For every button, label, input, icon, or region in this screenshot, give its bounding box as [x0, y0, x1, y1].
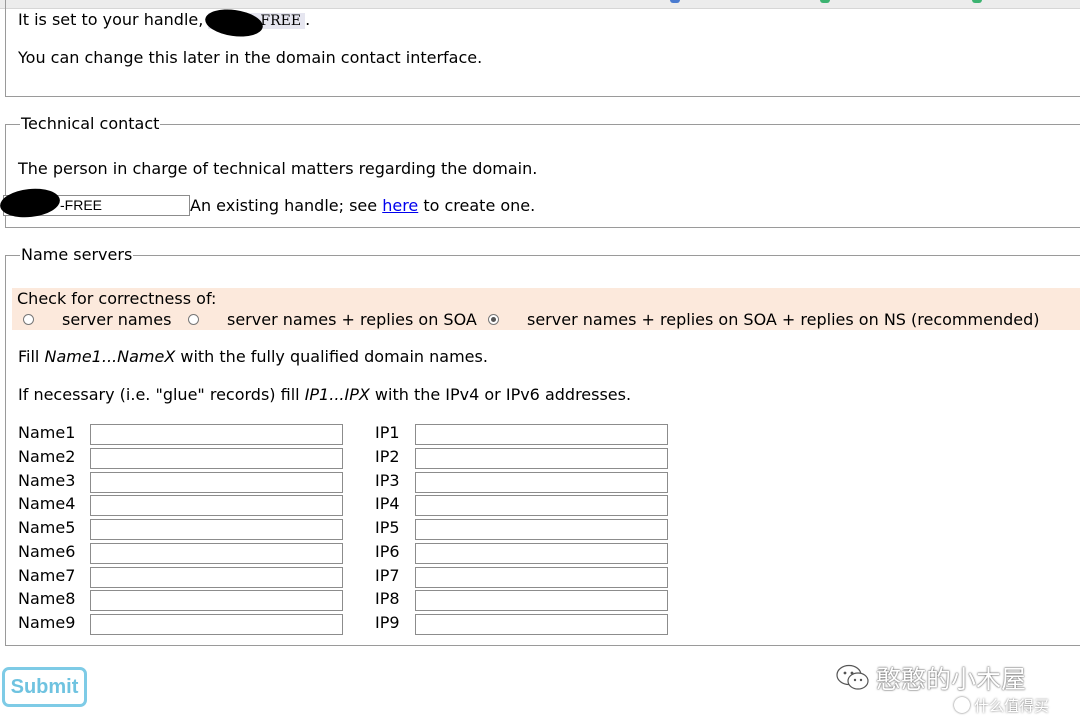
fill-ips-instruction: If necessary (i.e. "glue" records) fill …: [18, 385, 632, 404]
name-input[interactable]: [90, 543, 343, 564]
technical-contact-description: The person in charge of technical matter…: [18, 159, 538, 178]
ip-input[interactable]: [415, 519, 668, 540]
name-input[interactable]: [90, 614, 343, 635]
owner-contact-fieldset: It is set to your handle, FREE. You can …: [5, 0, 1080, 97]
technical-handle-value: -FREE: [60, 197, 102, 213]
name-input[interactable]: [90, 495, 343, 516]
wechat-icon: [836, 664, 869, 690]
names-range: Name1...NameX: [44, 347, 176, 366]
handle-prefix: It is set to your handle,: [18, 10, 209, 29]
watermark: 憨憨的小木屋: [836, 660, 1026, 696]
name-input[interactable]: [90, 519, 343, 540]
name-input[interactable]: [90, 472, 343, 493]
name-label: Name7: [18, 566, 76, 585]
ip-label: IP6: [375, 542, 400, 561]
ip-label: IP4: [375, 494, 400, 513]
smzdm-icon: [954, 697, 970, 713]
radio-label-server-names: server names: [62, 310, 172, 329]
correctness-check-panel: Check for correctness of: server names s…: [12, 288, 1080, 330]
name-input[interactable]: [90, 424, 343, 445]
ip-input[interactable]: [415, 448, 668, 469]
ip-label: IP7: [375, 566, 400, 585]
name-label: Name2: [18, 447, 76, 466]
ip-input[interactable]: [415, 424, 668, 445]
name-input[interactable]: [90, 567, 343, 588]
helper-suffix: to create one.: [418, 196, 536, 215]
owner-note: You can change this later in the domain …: [18, 48, 483, 67]
ip-label: IP1: [375, 423, 400, 442]
radio-label-soa-ns: server names + replies on SOA + replies …: [527, 310, 1040, 329]
technical-contact-fieldset: Technical contact The person in charge o…: [0, 115, 1080, 228]
name-label: Name4: [18, 494, 76, 513]
watermark-sub: 什么值得买: [954, 694, 1049, 716]
watermark-sub-text: 什么值得买: [974, 696, 1050, 715]
name-label: Name9: [18, 613, 76, 632]
handle-value: FREE: [260, 13, 302, 29]
technical-contact-legend: Technical contact: [20, 114, 161, 133]
radio-server-names[interactable]: [23, 314, 34, 325]
name-label: Name3: [18, 471, 76, 490]
radio-soa[interactable]: [188, 314, 199, 325]
handle-line: It is set to your handle, FREE.: [18, 10, 310, 31]
radio-label-soa: server names + replies on SOA: [227, 310, 477, 329]
name-input[interactable]: [90, 590, 343, 611]
handle-suffix: .: [305, 10, 311, 29]
ip-input[interactable]: [415, 543, 668, 564]
helper-prefix: An existing handle; see: [190, 196, 383, 215]
ip-input[interactable]: [415, 614, 668, 635]
ip-input[interactable]: [415, 472, 668, 493]
name-label: Name1: [18, 423, 76, 442]
name-label: Name6: [18, 542, 76, 561]
fill-names-instruction: Fill Name1...NameX with the fully qualif…: [18, 347, 488, 366]
radio-soa-ns[interactable]: [488, 314, 499, 325]
ip-label: IP8: [375, 589, 400, 608]
ip-label: IP5: [375, 518, 400, 537]
technical-helper-text: An existing handle; see here to create o…: [190, 196, 535, 216]
ip-input[interactable]: [415, 495, 668, 516]
name-label: Name8: [18, 589, 76, 608]
ips-range: IP1...IPX: [304, 385, 370, 404]
ip-label: IP2: [375, 447, 400, 466]
watermark-text: 憨憨的小木屋: [876, 665, 1027, 694]
ip-input[interactable]: [415, 590, 668, 611]
submit-button[interactable]: Submit: [2, 667, 87, 707]
ip-label: IP3: [375, 471, 400, 490]
name-servers-legend: Name servers: [20, 245, 134, 264]
name-label: Name5: [18, 518, 76, 537]
ip-label: IP9: [375, 613, 400, 632]
ip-input[interactable]: [415, 567, 668, 588]
name-input[interactable]: [90, 448, 343, 469]
check-label: Check for correctness of:: [17, 289, 217, 308]
create-handle-link[interactable]: here: [382, 196, 418, 215]
